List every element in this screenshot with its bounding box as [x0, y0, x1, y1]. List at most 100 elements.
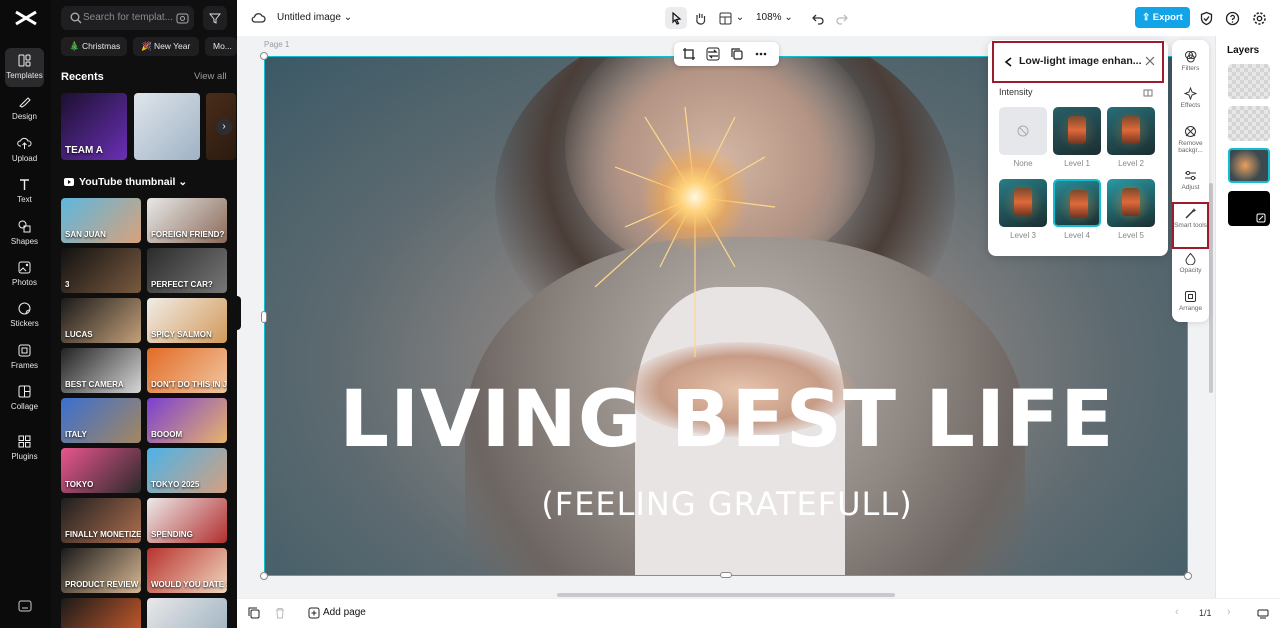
add-page-button[interactable]: Add page: [323, 607, 366, 618]
rail-item-text[interactable]: Text: [5, 172, 44, 211]
youtube-template-15[interactable]: PRODUCT REVIEW COFFEE MAKER: [61, 548, 141, 593]
intensity-option-level-3[interactable]: [999, 179, 1047, 227]
intensity-option-level-1[interactable]: [1053, 107, 1101, 155]
intensity-option-level-5[interactable]: [1107, 179, 1155, 227]
tool-adjust[interactable]: Adjust: [1172, 169, 1209, 191]
crop-icon[interactable]: [682, 47, 696, 61]
resize-handle-top-left[interactable]: [260, 52, 268, 60]
layer-text-2[interactable]: [1228, 106, 1270, 141]
back-arrow-icon[interactable]: [1004, 57, 1013, 67]
youtube-template-9[interactable]: ITALY: [61, 398, 141, 443]
compare-icon[interactable]: [1143, 88, 1153, 98]
rail-item-templates[interactable]: Templates: [5, 48, 44, 87]
settings-button[interactable]: [1252, 7, 1267, 29]
layer-text-1[interactable]: [1228, 64, 1270, 99]
hand-tool-button[interactable]: [693, 7, 708, 29]
recent-template-1[interactable]: TEAM A: [61, 93, 127, 160]
headline-text[interactable]: LIVING BEST LIFE: [265, 375, 1187, 465]
horizontal-scrollbar[interactable]: [557, 593, 895, 597]
shield-icon: [1200, 11, 1213, 25]
recent-template-2[interactable]: [134, 93, 200, 160]
layer-background[interactable]: [1228, 191, 1270, 226]
subline-text[interactable]: (FEELING GRATEFULL): [265, 485, 1187, 523]
document-title-dropdown[interactable]: Untitled image ⌄: [277, 7, 352, 29]
youtube-template-8[interactable]: DON'T DO THIS IN JAPAN: [147, 348, 227, 393]
resize-handle-bottom-right[interactable]: [1184, 572, 1192, 580]
shield-button[interactable]: [1199, 7, 1214, 29]
youtube-template-12[interactable]: TOKYO 2025: [147, 448, 227, 493]
undo-button[interactable]: [811, 7, 826, 29]
youtube-template-2[interactable]: FOREIGN FRIEND?: [147, 198, 227, 243]
select-tool-button[interactable]: [665, 7, 687, 29]
resize-handle-bottom-left[interactable]: [260, 572, 268, 580]
close-icon[interactable]: [1145, 56, 1155, 66]
resize-handle-bottom[interactable]: [720, 572, 732, 578]
vertical-scrollbar[interactable]: [1209, 183, 1213, 393]
chip-new-year[interactable]: 🎉 New Year: [133, 37, 199, 56]
template-search[interactable]: Search for templat...: [61, 6, 194, 30]
filter-button[interactable]: [203, 6, 227, 30]
duplicate-icon[interactable]: [730, 47, 744, 61]
tool-filters[interactable]: Filters: [1172, 50, 1209, 72]
rail-item-plugins[interactable]: Plugins: [5, 429, 44, 468]
youtube-template-6[interactable]: SPICY SALMON: [147, 298, 227, 343]
youtube-template-3[interactable]: 3: [61, 248, 141, 293]
add-page-icon: [308, 607, 320, 619]
present-icon[interactable]: [1257, 607, 1269, 619]
recents-next-button[interactable]: ›: [216, 119, 232, 135]
image-search-icon[interactable]: [176, 12, 189, 24]
template-caption: FINALLY MONETIZED: [65, 530, 141, 539]
rail-item-upload[interactable]: Upload: [5, 131, 44, 170]
youtube-template-14[interactable]: SPENDING: [147, 498, 227, 543]
rail-item-shapes[interactable]: Shapes: [5, 214, 44, 253]
intensity-option-none[interactable]: [999, 107, 1047, 155]
rail-item-photos[interactable]: Photos: [5, 255, 44, 294]
intensity-option-level-2[interactable]: [1107, 107, 1155, 155]
youtube-thumbnail-title[interactable]: YouTube thumbnail ⌄: [79, 176, 187, 188]
search-input[interactable]: Search for templat...: [83, 12, 173, 23]
rail-item-design[interactable]: Design: [5, 89, 44, 128]
tool-opacity[interactable]: Opacity: [1172, 252, 1209, 274]
youtube-template-17[interactable]: PREP & PACK: [61, 598, 141, 628]
recents-title: Recents: [61, 71, 104, 83]
layout-dropdown[interactable]: ⌄: [718, 7, 744, 29]
redo-button[interactable]: [834, 7, 849, 29]
template-caption: 3: [65, 280, 70, 289]
youtube-template-10[interactable]: BOOOM: [147, 398, 227, 443]
youtube-template-5[interactable]: LUCAS: [61, 298, 141, 343]
rail-item-collage[interactable]: Collage: [5, 379, 44, 418]
trash-icon[interactable]: [274, 607, 286, 619]
view-all-link[interactable]: View all: [194, 71, 227, 82]
youtube-template-4[interactable]: PERFECT CAR?: [147, 248, 227, 293]
rail-item-stickers[interactable]: Stickers: [5, 296, 44, 335]
help-button[interactable]: [1225, 7, 1240, 29]
pages-icon[interactable]: [248, 607, 260, 619]
tool-remove-background[interactable]: Remove backgr...: [1172, 125, 1209, 154]
panel-collapse-tab[interactable]: [237, 296, 241, 330]
tool-arrange[interactable]: Arrange: [1172, 290, 1209, 312]
export-button[interactable]: ⇪ Export: [1135, 7, 1190, 28]
resize-handle-left[interactable]: [261, 311, 267, 323]
capcut-logo-icon[interactable]: [14, 8, 38, 28]
intensity-option-level-4[interactable]: [1053, 179, 1101, 227]
keyboard-icon[interactable]: [18, 600, 32, 612]
youtube-template-1[interactable]: SAN JUAN: [61, 198, 141, 243]
youtube-template-11[interactable]: TOKYO: [61, 448, 141, 493]
youtube-template-16[interactable]: WOULD YOU DATE A STRANGER: [147, 548, 227, 593]
replace-icon[interactable]: [706, 47, 720, 61]
floating-image-toolbar: [674, 42, 779, 66]
youtube-template-7[interactable]: BEST CAMERA: [61, 348, 141, 393]
intensity-option-label: Level 2: [1118, 159, 1144, 168]
chip-more[interactable]: Mo...: [205, 37, 237, 56]
layer-photo[interactable]: [1228, 148, 1270, 183]
prev-page-icon[interactable]: ‹: [1175, 606, 1179, 618]
youtube-template-13[interactable]: FINALLY MONETIZED: [61, 498, 141, 543]
chip-christmas[interactable]: 🎄 Christmas: [61, 37, 127, 56]
next-page-icon[interactable]: ›: [1227, 606, 1231, 618]
zoom-dropdown[interactable]: 108% ⌄: [756, 7, 793, 29]
cloud-save-button[interactable]: [251, 7, 266, 29]
youtube-template-18[interactable]: [147, 598, 227, 628]
rail-item-frames[interactable]: Frames: [5, 338, 44, 377]
tool-effects[interactable]: Effects: [1172, 87, 1209, 109]
more-options-icon[interactable]: [754, 47, 768, 61]
